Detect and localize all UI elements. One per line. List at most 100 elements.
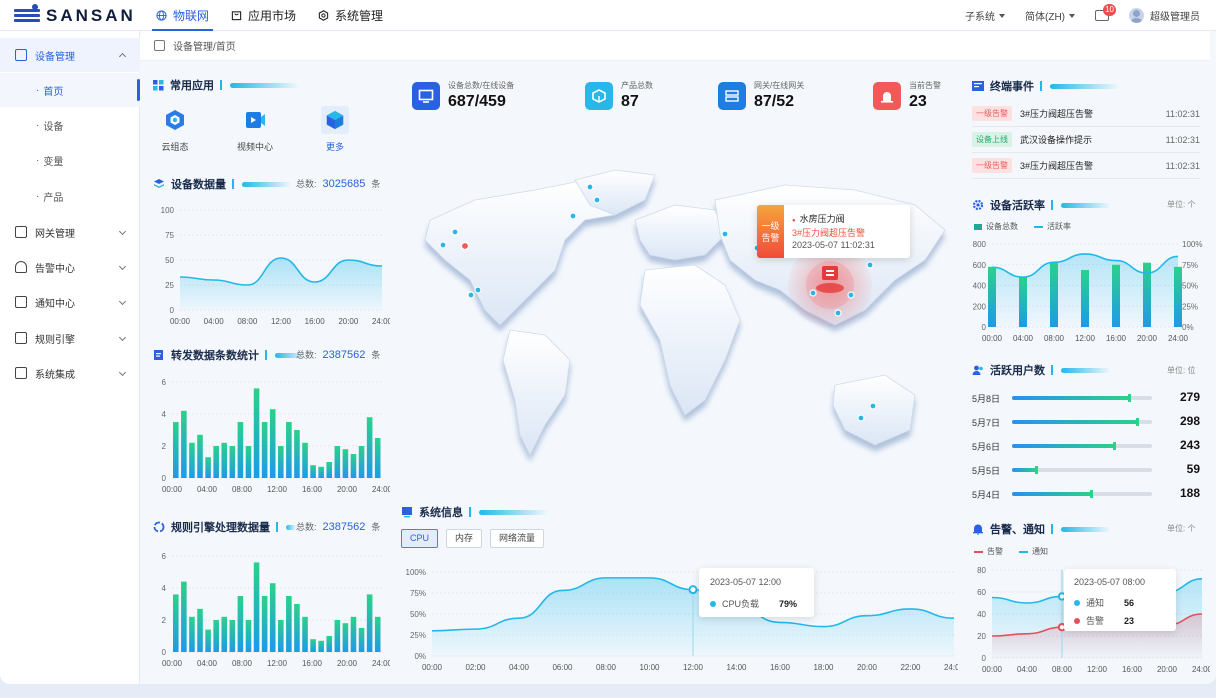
bar (1019, 277, 1027, 327)
bar (358, 446, 365, 478)
tab-network[interactable]: 网络流量 (490, 529, 545, 548)
system-info-tabs: CPU 内存 网络流量 (401, 529, 545, 548)
popup-device-name: 水房压力阀 (792, 212, 845, 225)
y-tick-label: 80 (977, 566, 986, 575)
y-tick-label: 4 (162, 584, 167, 593)
stat-gateways: 网关/在线网关 87/52 (718, 80, 804, 111)
app-cloud-config[interactable]: 云组态 (150, 106, 200, 153)
user-row-value: 279 (1179, 390, 1200, 404)
bar (278, 620, 284, 652)
sidebar-sub-variable[interactable]: 变量 (0, 143, 140, 177)
topnav-iot[interactable]: 物联网 (151, 0, 214, 31)
sidebar-item-device-mgmt[interactable]: 设备管理 (0, 38, 140, 72)
sidebar-item-system-integration[interactable]: 系统集成 (0, 356, 140, 390)
x-tick-label: 04:00 (197, 659, 218, 668)
tooltip-label: 通知 (1086, 598, 1105, 608)
terminal-events-title: 终端事件 (972, 78, 1120, 94)
topnav-system-label: 系统管理 (335, 9, 384, 23)
bar (197, 434, 203, 478)
bar (286, 596, 292, 652)
total-label: 总数: (296, 179, 317, 189)
device-data-title: 设备数据量 (153, 176, 292, 192)
messages-badge: 10 (1103, 4, 1116, 16)
recycle-icon (153, 521, 165, 533)
map-alarm-popup[interactable]: 一级告警 水房压力阀 3#压力阀超压告警 2023-05-07 11:02:31 (757, 205, 910, 258)
y-tick-label: 40 (977, 610, 986, 619)
common-apps-title: 常用应用 (153, 77, 300, 93)
sidebar-item-notice-center[interactable]: 通知中心 (0, 285, 140, 319)
x-tick-label: 20:00 (338, 317, 359, 326)
legend-item[interactable]: 活跃率 (1034, 221, 1071, 232)
chevron-down-icon (118, 333, 127, 342)
breadcrumb: 设备管理/首页 (140, 31, 1210, 61)
chevron-down-icon (118, 262, 127, 271)
monitor-icon (412, 81, 440, 110)
alerts-notice-title: 告警、通知 (972, 521, 1111, 537)
sidebar-item-alarm-center[interactable]: 告警中心 (0, 250, 140, 284)
popup-time: 2023-05-07 11:02:31 (792, 240, 875, 250)
x-tick-label: 12:00 (267, 659, 288, 668)
sidebar-item-rule-engine[interactable]: 规则引擎 (0, 321, 140, 355)
sidebar-sub-label: 产品 (43, 192, 64, 204)
legend-item[interactable]: 告警 (974, 546, 1003, 557)
app-more[interactable]: 更多 (310, 106, 360, 153)
settings-icon (318, 10, 329, 21)
chevron-down-icon (999, 13, 1005, 18)
tab-memory[interactable]: 内存 (446, 529, 483, 548)
brand-logo[interactable]: SANSAN (14, 4, 136, 26)
sidebar-sub-product[interactable]: 产品 (0, 179, 140, 213)
stat-label: 网关/在线网关 (754, 81, 805, 90)
sidebar-item-label: 系统集成 (35, 369, 75, 381)
x-tick-label: 12:00 (1075, 334, 1096, 343)
x-tick-label: 04:00 (509, 663, 530, 672)
y-tick-label: 25 (165, 281, 174, 290)
tooltip-value: 23 (1124, 615, 1135, 626)
user-row-label: 5月5日 (972, 466, 1001, 476)
video-icon (241, 106, 269, 134)
sidebar-sub-device[interactable]: 设备 (0, 108, 140, 142)
y2-tick-label: 100% (1182, 240, 1202, 249)
panel-title-text: 规则引擎处理数据量 (171, 522, 270, 534)
event-row[interactable]: 一级告警 3#压力阀超压告警 11:02:31 (972, 101, 1200, 127)
total-unit: 条 (371, 522, 381, 532)
x-tick-label: 16:00 (302, 485, 323, 494)
user-menu[interactable]: 超级管理员 (1129, 8, 1200, 23)
app-label: 云组态 (161, 142, 189, 152)
tab-cpu[interactable]: CPU (401, 529, 439, 548)
alerts-legend: 告警 通知 (974, 546, 1048, 557)
bar (350, 454, 357, 478)
legend-item[interactable]: 设备总数 (974, 221, 1018, 232)
bar (1112, 264, 1120, 327)
subsystem-dropdown[interactable]: 子系统 (965, 8, 1005, 23)
messages-icon[interactable]: 10 (1095, 4, 1116, 21)
bar (173, 422, 179, 478)
language-dropdown[interactable]: 简体(ZH) (1025, 8, 1075, 23)
user-name: 超级管理员 (1150, 12, 1200, 23)
legend-item[interactable]: 通知 (1019, 546, 1048, 557)
topnav-app-market[interactable]: 应用市场 (231, 0, 296, 31)
user-row: 5月5日 59 (972, 462, 1202, 476)
rule-engine-total: 总数: 2387562 条 (296, 520, 380, 533)
top-nav: 物联网 应用市场 系统管理 (151, 0, 383, 31)
y-tick-label: 6 (162, 378, 167, 387)
sidebar-item-label: 告警中心 (35, 263, 75, 275)
x-tick-label: 16:00 (770, 663, 791, 672)
sidebar-item-gateway[interactable]: 网关管理 (0, 215, 140, 249)
user-row: 5月6日 243 (972, 438, 1202, 452)
event-row[interactable]: 一级告警 3#压力阀超压告警 11:02:31 (972, 153, 1200, 179)
app-frame: SANSAN 物联网 应用市场 系统管理 子系统 简体(ZH) 10 超级管理员 (0, 0, 1216, 684)
x-tick-label: 08:00 (232, 485, 253, 494)
event-row[interactable]: 设备上线 武汉设备操作提示 11:02:31 (972, 127, 1200, 153)
app-label: 视频中心 (236, 142, 273, 152)
legend-swatch (974, 550, 983, 553)
rule-engine-chart: 0 2 4 6 00:00 04:00 08:00 12:00 16:00 20:00 24:00 (162, 552, 390, 668)
summary-stats: 设备总数/在线设备 687/459 产品总数 87 网关/在线网关 87/52 当前告… (410, 80, 950, 120)
bar (245, 620, 252, 652)
y-tick-label: 75% (410, 589, 426, 598)
app-video-center[interactable]: 视频中心 (230, 106, 280, 153)
topnav-system[interactable]: 系统管理 (318, 0, 383, 31)
bar (366, 594, 373, 652)
australia-shape (832, 374, 916, 446)
tooltip-label: CPU负载 (722, 599, 760, 609)
sidebar-sub-home[interactable]: 首页 (0, 73, 140, 107)
